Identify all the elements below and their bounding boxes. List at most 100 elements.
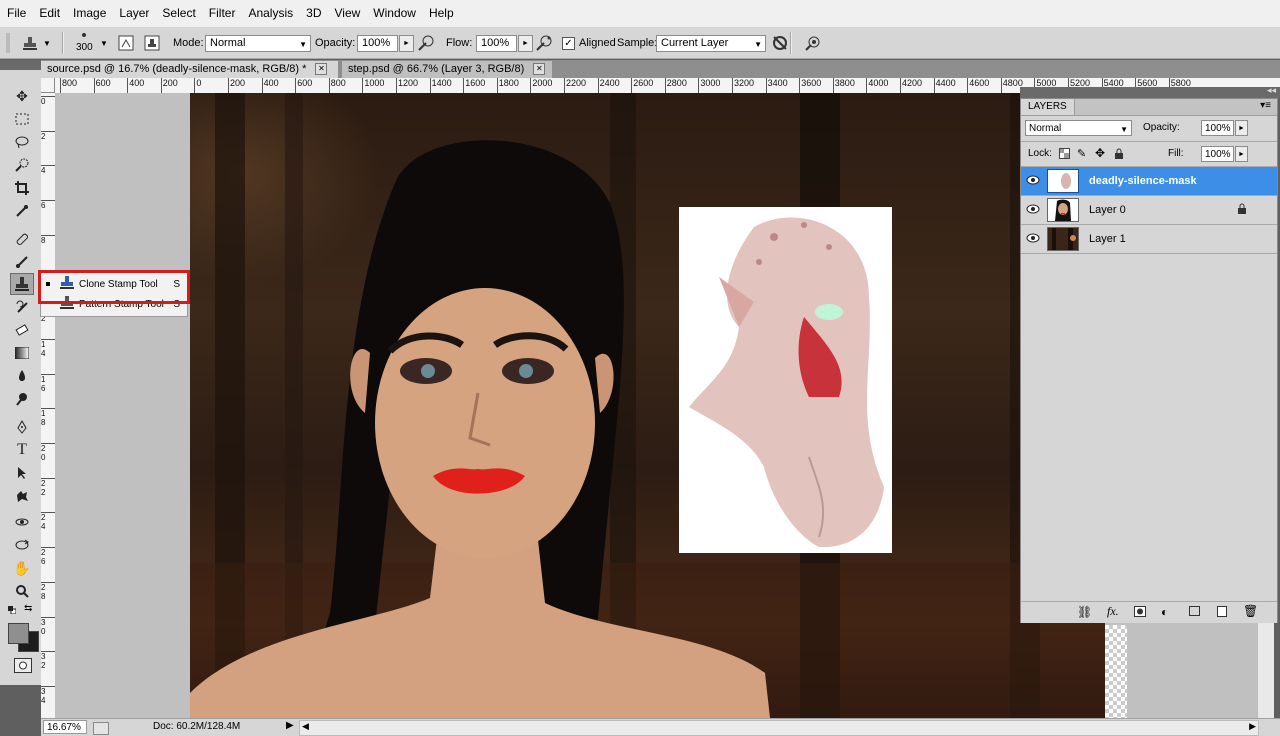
pen-tool-icon[interactable] [10, 416, 34, 438]
swap-colors-icon[interactable]: ⇆ [24, 603, 32, 614]
adjustment-layer-icon[interactable]: ◐ [1161, 605, 1168, 619]
status-info-icon[interactable] [93, 722, 109, 735]
clone-stamp-tool-icon[interactable] [10, 273, 34, 295]
healing-brush-tool-icon[interactable] [10, 228, 34, 250]
dodge-tool-icon[interactable] [10, 388, 34, 410]
lock-position-icon[interactable]: ✥ [1095, 146, 1105, 160]
fill-slider-button[interactable]: ► [1235, 146, 1248, 162]
lock-transparent-icon[interactable] [1059, 148, 1070, 159]
pressure-size-toggle[interactable] [803, 28, 823, 58]
tool-preset-picker[interactable]: ▼ [20, 28, 51, 58]
layer-row-layer-1[interactable]: Layer 1 [1021, 225, 1277, 254]
aligned-checkbox-group[interactable]: ✓ Aligned [562, 28, 616, 58]
lock-all-icon[interactable] [1114, 148, 1124, 159]
brush-panel-toggle[interactable] [116, 28, 136, 58]
link-layers-icon[interactable]: ⛓ [1077, 605, 1092, 619]
status-menu-arrow-icon[interactable]: ▶ [286, 720, 294, 731]
tab-layers[interactable]: LAYERS [1021, 99, 1075, 115]
document-canvas[interactable] [190, 93, 1105, 718]
ignore-adjustment-layers-toggle[interactable] [770, 28, 790, 58]
brush-picker[interactable]: 300 ▼ [72, 28, 112, 58]
blur-tool-icon[interactable] [10, 365, 34, 387]
clone-stamp-icon [20, 33, 40, 53]
menu-layer[interactable]: Layer [112, 0, 155, 27]
default-colors-icon[interactable] [8, 605, 17, 615]
move-tool-icon[interactable]: ✥ [10, 85, 34, 107]
ruler-origin[interactable] [41, 78, 55, 93]
menu-image[interactable]: Image [66, 0, 112, 27]
sample-label: Sample: [617, 37, 658, 49]
menu-select[interactable]: Select [155, 0, 201, 27]
type-tool-icon[interactable]: T [10, 439, 34, 461]
add-mask-icon[interactable] [1134, 606, 1146, 617]
opacity-field[interactable]: 100% ► [357, 28, 414, 58]
menu-help[interactable]: Help [422, 0, 460, 27]
visibility-eye-icon[interactable] [1025, 203, 1041, 217]
3d-rotate-tool-icon[interactable] [10, 511, 34, 533]
tab-step-psd[interactable]: step.psd @ 66.7% (Layer 3, RGB/8) ✕ [342, 61, 552, 78]
new-layer-icon[interactable] [1217, 606, 1227, 617]
eraser-tool-icon[interactable] [10, 319, 34, 341]
menu-analysis[interactable]: Analysis [241, 0, 299, 27]
visibility-eye-icon[interactable] [1025, 232, 1041, 246]
zoom-field[interactable]: 16.67% [43, 720, 87, 734]
horizontal-scrollbar[interactable]: ◀ ▶ [299, 720, 1259, 736]
options-grip[interactable] [6, 28, 16, 58]
3d-orbit-tool-icon[interactable] [10, 534, 34, 556]
collapse-panels-icon[interactable]: ◂◂ [1267, 85, 1276, 96]
menu-file[interactable]: File [0, 0, 32, 27]
airbrush-toggle[interactable] [534, 28, 554, 58]
lock-image-icon[interactable]: ✎ [1077, 147, 1086, 160]
menu-filter[interactable]: Filter [202, 0, 242, 27]
tab-source-psd[interactable]: source.psd @ 16.7% (deadly-silence-mask,… [41, 61, 338, 78]
menu-edit[interactable]: Edit [32, 0, 66, 27]
mode-select[interactable]: Normal ▼ [205, 28, 311, 58]
path-selection-tool-icon[interactable] [10, 462, 34, 484]
menu-window[interactable]: Window [366, 0, 422, 27]
panel-dock-header[interactable]: ◂◂ [1020, 85, 1280, 98]
vertical-ruler[interactable]: 024681 01 21 41 61 82 02 22 42 62 83 03 … [41, 93, 56, 718]
panel-menu-icon[interactable]: ▾≡ [1260, 100, 1271, 111]
crop-tool-icon[interactable] [10, 177, 34, 199]
gradient-tool-icon[interactable] [10, 342, 34, 364]
visibility-eye-icon[interactable] [1025, 174, 1041, 188]
quick-selection-tool-icon[interactable] [10, 154, 34, 176]
scroll-right-icon[interactable]: ▶ [1249, 721, 1256, 732]
layer-opacity-field[interactable]: 100% [1201, 120, 1234, 136]
zoom-tool-icon[interactable] [10, 580, 34, 602]
delete-layer-icon[interactable]: 🗑 [1243, 604, 1258, 618]
layer-row-layer-0[interactable]: Layer 0 [1021, 196, 1277, 225]
custom-shape-tool-icon[interactable] [10, 485, 34, 507]
airbrush-pressure-toggle[interactable] [416, 28, 436, 58]
fill-field[interactable]: 100% [1201, 146, 1234, 162]
brush-tool-icon[interactable] [10, 251, 34, 273]
quick-mask-icon[interactable] [14, 658, 32, 673]
aligned-checkbox[interactable]: ✓ [562, 36, 575, 50]
clone-source-toggle[interactable] [142, 28, 162, 58]
close-icon[interactable]: ✕ [315, 63, 328, 76]
lasso-tool-icon[interactable] [10, 131, 34, 153]
mask-image[interactable] [679, 207, 892, 553]
history-brush-tool-icon[interactable] [10, 296, 34, 318]
foreground-color-swatch[interactable] [8, 623, 29, 644]
menu-3d[interactable]: 3D [299, 0, 327, 27]
blend-mode-select[interactable]: Normal ▼ [1025, 120, 1132, 136]
opacity-slider-button[interactable]: ► [399, 34, 414, 52]
menu-view[interactable]: View [327, 0, 366, 27]
layer-style-fx-icon[interactable]: fx. [1107, 604, 1119, 619]
flow-field[interactable]: 100% ► [476, 28, 533, 58]
scroll-left-icon[interactable]: ◀ [302, 721, 309, 732]
ignore-adjustments-icon [770, 33, 790, 53]
hand-tool-icon[interactable]: ✋ [10, 557, 34, 579]
new-group-icon[interactable] [1189, 606, 1200, 616]
marquee-tool-icon[interactable] [10, 108, 34, 130]
pressure-size-icon [803, 33, 823, 53]
flow-slider-button[interactable]: ► [518, 34, 533, 52]
layer-opacity-slider-button[interactable]: ► [1235, 120, 1248, 136]
close-icon[interactable]: ✕ [533, 63, 546, 76]
eyedropper-tool-icon[interactable] [10, 200, 34, 222]
toolbox-header[interactable] [0, 60, 41, 70]
layer-row-deadly-silence-mask[interactable]: deadly-silence-mask [1021, 167, 1277, 196]
vruler-tick: 0 [41, 96, 55, 106]
sample-select[interactable]: Current Layer ▼ [656, 28, 766, 58]
